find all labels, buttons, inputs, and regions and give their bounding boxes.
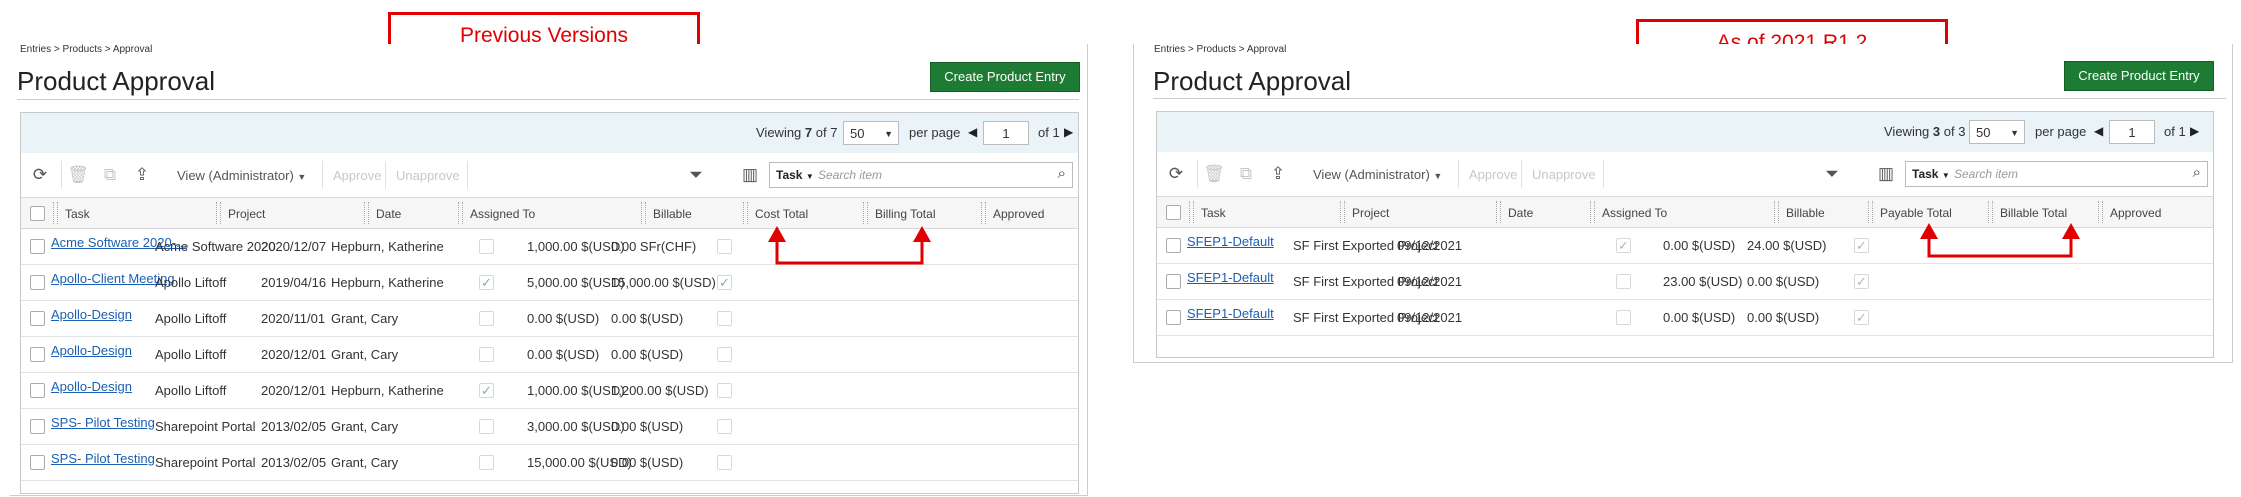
- left-arrowhead-billing: [913, 226, 931, 242]
- right-arrowhead-payable: [1920, 223, 1938, 239]
- annotation-arrows: [768, 223, 2080, 265]
- left-arrowhead-cost: [768, 226, 786, 242]
- right-bracket-line: [1927, 234, 2073, 258]
- left-bracket-line: [775, 237, 924, 265]
- right-arrowhead-billable: [2062, 223, 2080, 239]
- right-swap-arrows: [1927, 234, 2073, 258]
- left-swap-arrows: [775, 237, 924, 265]
